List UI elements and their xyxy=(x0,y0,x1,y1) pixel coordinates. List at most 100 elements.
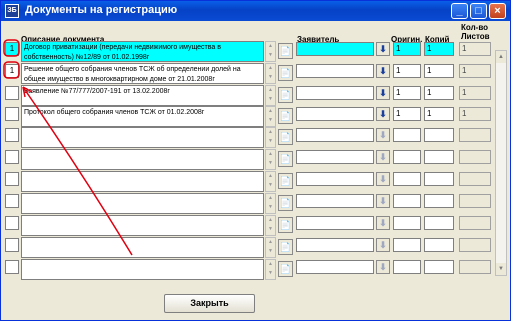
copies-count-field[interactable]: 1 xyxy=(424,107,454,121)
description-field[interactable] xyxy=(21,193,264,214)
description-scroll[interactable]: ▲ ▼ xyxy=(265,171,276,192)
description-field[interactable] xyxy=(21,215,264,236)
applicant-field[interactable] xyxy=(296,128,374,142)
document-icon[interactable]: 📄 xyxy=(278,151,293,167)
document-icon[interactable]: 📄 xyxy=(278,129,293,145)
scroll-down-icon[interactable]: ▼ xyxy=(266,225,275,234)
row-checkbox[interactable] xyxy=(5,86,19,100)
document-icon[interactable]: 📄 xyxy=(278,195,293,211)
download-arrow-icon[interactable]: ⬇ xyxy=(376,172,390,186)
copies-count-field[interactable]: 1 xyxy=(424,64,454,78)
row-checkbox[interactable]: 1 xyxy=(5,42,19,56)
applicant-field[interactable] xyxy=(296,86,374,100)
applicant-field[interactable] xyxy=(296,64,374,78)
scroll-down-icon[interactable]: ▼ xyxy=(266,247,275,256)
description-scroll[interactable]: ▲ ▼ xyxy=(265,63,276,84)
scroll-up-icon[interactable]: ▲ xyxy=(266,107,275,116)
document-icon[interactable]: 📄 xyxy=(278,108,293,124)
scroll-down-icon[interactable]: ▼ xyxy=(266,269,275,278)
applicant-field[interactable] xyxy=(296,216,374,230)
scroll-down-icon[interactable]: ▼ xyxy=(266,137,275,146)
copies-count-field[interactable] xyxy=(424,150,454,164)
document-icon[interactable]: 📄 xyxy=(278,173,293,189)
download-arrow-icon[interactable]: ⬇ xyxy=(376,216,390,230)
original-count-field[interactable] xyxy=(393,194,421,208)
scroll-up-icon[interactable]: ▲ xyxy=(496,51,506,63)
scroll-down-icon[interactable]: ▼ xyxy=(266,116,275,125)
description-field[interactable]: Договор приватизации (передачи недвижимо… xyxy=(21,41,264,62)
download-arrow-icon[interactable]: ⬇ xyxy=(376,64,390,78)
applicant-field[interactable] xyxy=(296,42,374,56)
description-field[interactable] xyxy=(21,127,264,148)
scroll-down-icon[interactable]: ▼ xyxy=(266,73,275,82)
original-count-field[interactable] xyxy=(393,216,421,230)
row-checkbox[interactable] xyxy=(5,260,19,274)
scroll-up-icon[interactable]: ▲ xyxy=(266,86,275,95)
description-scroll[interactable]: ▲ ▼ xyxy=(265,149,276,170)
download-arrow-icon[interactable]: ⬇ xyxy=(376,107,390,121)
description-scroll[interactable]: ▲ ▼ xyxy=(265,193,276,214)
original-count-field[interactable] xyxy=(393,128,421,142)
scroll-up-icon[interactable]: ▲ xyxy=(266,128,275,137)
download-arrow-icon[interactable]: ⬇ xyxy=(376,238,390,252)
copies-count-field[interactable]: 1 xyxy=(424,86,454,100)
document-icon[interactable]: 📄 xyxy=(278,65,293,81)
row-checkbox[interactable] xyxy=(5,172,19,186)
description-field[interactable] xyxy=(21,237,264,258)
description-field[interactable]: Заявление №77/777/2007-191 от 13.02.2008… xyxy=(21,85,264,106)
scroll-down-icon[interactable]: ▼ xyxy=(266,181,275,190)
minimize-button[interactable]: _ xyxy=(451,3,468,19)
description-scroll[interactable]: ▲ ▼ xyxy=(265,127,276,148)
original-count-field[interactable] xyxy=(393,172,421,186)
applicant-field[interactable] xyxy=(296,150,374,164)
original-count-field[interactable]: 1 xyxy=(393,64,421,78)
description-scroll[interactable]: ▲ ▼ xyxy=(265,259,276,280)
document-icon[interactable]: 📄 xyxy=(278,87,293,103)
applicant-field[interactable] xyxy=(296,172,374,186)
copies-count-field[interactable] xyxy=(424,194,454,208)
row-checkbox[interactable] xyxy=(5,107,19,121)
scroll-up-icon[interactable]: ▲ xyxy=(266,64,275,73)
copies-count-field[interactable] xyxy=(424,216,454,230)
download-arrow-icon[interactable]: ⬇ xyxy=(376,128,390,142)
original-count-field[interactable]: 1 xyxy=(393,107,421,121)
applicant-field[interactable] xyxy=(296,194,374,208)
scroll-up-icon[interactable]: ▲ xyxy=(266,194,275,203)
download-arrow-icon[interactable]: ⬇ xyxy=(376,260,390,274)
copies-count-field[interactable]: 1 xyxy=(424,42,454,56)
row-checkbox[interactable] xyxy=(5,238,19,252)
description-scroll[interactable]: ▲ ▼ xyxy=(265,41,276,62)
copies-count-field[interactable] xyxy=(424,172,454,186)
description-field[interactable] xyxy=(21,171,264,192)
original-count-field[interactable] xyxy=(393,260,421,274)
document-icon[interactable]: 📄 xyxy=(278,261,293,277)
description-field[interactable] xyxy=(21,149,264,170)
document-icon[interactable]: 📄 xyxy=(278,239,293,255)
download-arrow-icon[interactable]: ⬇ xyxy=(376,194,390,208)
close-button[interactable]: Закрыть xyxy=(164,294,255,313)
vertical-scrollbar[interactable]: ▲ ▼ xyxy=(495,50,507,276)
description-field[interactable]: Решение общего собрания членов ТСЖ об оп… xyxy=(21,63,264,84)
scroll-down-icon[interactable]: ▼ xyxy=(266,95,275,104)
original-count-field[interactable] xyxy=(393,238,421,252)
description-scroll[interactable]: ▲ ▼ xyxy=(265,237,276,258)
row-checkbox[interactable] xyxy=(5,194,19,208)
row-checkbox[interactable] xyxy=(5,216,19,230)
applicant-field[interactable] xyxy=(296,238,374,252)
scroll-down-icon[interactable]: ▼ xyxy=(266,51,275,60)
document-icon[interactable]: 📄 xyxy=(278,43,293,59)
row-checkbox[interactable] xyxy=(5,150,19,164)
scroll-up-icon[interactable]: ▲ xyxy=(266,216,275,225)
scroll-up-icon[interactable]: ▲ xyxy=(266,150,275,159)
applicant-field[interactable] xyxy=(296,107,374,121)
copies-count-field[interactable] xyxy=(424,238,454,252)
scroll-up-icon[interactable]: ▲ xyxy=(266,238,275,247)
scroll-up-icon[interactable]: ▲ xyxy=(266,260,275,269)
scroll-down-icon[interactable]: ▼ xyxy=(496,263,506,275)
scroll-up-icon[interactable]: ▲ xyxy=(266,172,275,181)
original-count-field[interactable] xyxy=(393,150,421,164)
close-window-button[interactable]: × xyxy=(489,3,506,19)
download-arrow-icon[interactable]: ⬇ xyxy=(376,150,390,164)
description-field[interactable] xyxy=(21,259,264,280)
description-scroll[interactable]: ▲ ▼ xyxy=(265,106,276,127)
